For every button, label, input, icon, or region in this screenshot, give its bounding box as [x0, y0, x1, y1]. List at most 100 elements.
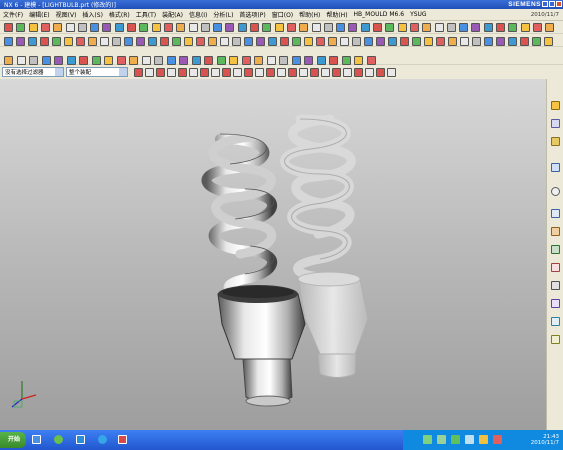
- toolbar-button-icon[interactable]: [304, 56, 313, 65]
- toolbar-button-icon[interactable]: [76, 37, 85, 46]
- toolbar-button-icon[interactable]: [376, 37, 385, 46]
- menu-insert[interactable]: 插入(S): [79, 10, 106, 19]
- bulb-model[interactable]: [201, 132, 306, 407]
- toolbar-button-icon[interactable]: [409, 23, 419, 32]
- selection-tool-icon[interactable]: [266, 68, 275, 77]
- toolbar-button-icon[interactable]: [204, 56, 213, 65]
- toolbar-button-icon[interactable]: [28, 23, 38, 32]
- tray-icon-5[interactable]: [479, 435, 488, 444]
- palette-icon[interactable]: [551, 299, 560, 308]
- process-studio-icon[interactable]: [551, 227, 560, 236]
- quick-launch-icon-2[interactable]: [54, 435, 63, 444]
- toolbar-button-icon[interactable]: [274, 23, 284, 32]
- menu-assembly[interactable]: 装配(A): [159, 10, 186, 19]
- toolbar-button-icon[interactable]: [176, 23, 186, 32]
- selection-tool-icon[interactable]: [332, 68, 341, 77]
- toolbar-button-icon[interactable]: [472, 37, 481, 46]
- toolbar-button-icon[interactable]: [28, 37, 37, 46]
- selection-tool-icon[interactable]: [244, 68, 253, 77]
- selection-tool-icon[interactable]: [189, 68, 198, 77]
- chevron-down-icon[interactable]: [119, 68, 127, 76]
- tray-icon-6[interactable]: [493, 435, 502, 444]
- toolbar-button-icon[interactable]: [291, 56, 301, 65]
- toolbar-button-icon[interactable]: [172, 37, 181, 46]
- manufacturing-wizard-icon[interactable]: [551, 245, 560, 254]
- toolbar-button-icon[interactable]: [520, 23, 530, 32]
- tray-icon-4[interactable]: [465, 435, 474, 444]
- menu-file[interactable]: 文件(F): [0, 10, 26, 19]
- toolbar-button-icon[interactable]: [446, 23, 456, 32]
- toolbar-button-icon[interactable]: [316, 37, 325, 46]
- toolbar-button-icon[interactable]: [256, 37, 265, 46]
- toolbar-button-icon[interactable]: [436, 37, 445, 46]
- toolbar-button-icon[interactable]: [280, 37, 289, 46]
- toolbar-button-icon[interactable]: [160, 37, 169, 46]
- menu-info[interactable]: 信息(I): [186, 10, 210, 19]
- toolbar-button-icon[interactable]: [154, 56, 163, 65]
- toolbar-button-icon[interactable]: [311, 23, 321, 32]
- toolbar-button-icon[interactable]: [329, 56, 338, 65]
- part-navigator-icon[interactable]: [551, 137, 560, 146]
- selection-tool-icon[interactable]: [178, 68, 187, 77]
- toolbar-button-icon[interactable]: [90, 23, 100, 32]
- selection-tool-icon[interactable]: [222, 68, 231, 77]
- maximize-button[interactable]: [549, 1, 555, 7]
- toolbar-button-icon[interactable]: [102, 23, 112, 32]
- toolbar-button-icon[interactable]: [200, 23, 210, 32]
- history-icon[interactable]: [551, 187, 560, 196]
- minimize-button[interactable]: [542, 1, 548, 7]
- toolbar-button-icon[interactable]: [373, 23, 382, 32]
- selection-tool-icon[interactable]: [387, 68, 396, 77]
- toolbar-button-icon[interactable]: [191, 56, 201, 65]
- menu-help-2[interactable]: 帮助(H): [323, 10, 350, 19]
- selection-tool-icon[interactable]: [145, 68, 154, 77]
- toolbar-button-icon[interactable]: [54, 56, 63, 65]
- toolbar-button-icon[interactable]: [136, 37, 145, 46]
- selection-tool-icon[interactable]: [354, 68, 363, 77]
- quick-launch-icon-4[interactable]: [98, 435, 107, 444]
- toolbar-button-icon[interactable]: [124, 37, 133, 46]
- toolbar-button-icon[interactable]: [352, 37, 361, 46]
- toolbar-button-icon[interactable]: [508, 23, 518, 32]
- selection-tool-icon[interactable]: [299, 68, 308, 77]
- toolbar-button-icon[interactable]: [397, 23, 407, 32]
- menu-edit[interactable]: 编辑(E): [26, 10, 52, 19]
- tray-icon-3[interactable]: [451, 435, 460, 444]
- menu-format[interactable]: 格式(R): [106, 10, 133, 19]
- toolbar-button-icon[interactable]: [151, 23, 161, 32]
- toolbar-button-icon[interactable]: [340, 37, 349, 46]
- selection-tool-icon[interactable]: [288, 68, 297, 77]
- toolbar-button-icon[interactable]: [129, 56, 138, 65]
- assembly-navigator-icon[interactable]: [551, 101, 560, 110]
- toolbar-button-icon[interactable]: [348, 23, 358, 32]
- toolbar-button-icon[interactable]: [166, 56, 176, 65]
- toolbar-button-icon[interactable]: [268, 37, 277, 46]
- toolbar-button-icon[interactable]: [79, 56, 88, 65]
- toolbar-button-icon[interactable]: [279, 56, 288, 65]
- toolbar-button-icon[interactable]: [385, 23, 395, 32]
- toolbar-button-icon[interactable]: [216, 56, 226, 65]
- toolbar-button-icon[interactable]: [448, 37, 457, 46]
- selection-tool-icon[interactable]: [277, 68, 286, 77]
- toolbar-button-icon[interactable]: [254, 56, 263, 65]
- assembly-scope-select[interactable]: 整个装配: [66, 67, 128, 77]
- toolbar-button-icon[interactable]: [532, 23, 542, 32]
- selection-filter-select[interactable]: 没有选择过滤器: [2, 67, 64, 77]
- toolbar-button-icon[interactable]: [104, 56, 113, 65]
- toolbar-button-icon[interactable]: [213, 23, 223, 32]
- toolbar-button-icon[interactable]: [66, 56, 76, 65]
- menu-ysug[interactable]: YSUG: [407, 11, 430, 18]
- toolbar-button-icon[interactable]: [53, 23, 63, 32]
- toolbar-button-icon[interactable]: [184, 37, 193, 46]
- toolbar-button-icon[interactable]: [116, 56, 126, 65]
- toolbar-button-icon[interactable]: [266, 56, 276, 65]
- menu-view[interactable]: 视图(V): [53, 10, 80, 19]
- toolbar-button-icon[interactable]: [299, 23, 309, 32]
- menu-preferences[interactable]: 首选项(P): [236, 10, 268, 19]
- toolbar-button-icon[interactable]: [388, 37, 397, 46]
- toolbar-button-icon[interactable]: [29, 56, 38, 65]
- toolbar-button-icon[interactable]: [354, 56, 363, 65]
- selection-tool-icon[interactable]: [255, 68, 264, 77]
- toolbar-button-icon[interactable]: [16, 56, 26, 65]
- reuse-library-icon[interactable]: [551, 163, 560, 172]
